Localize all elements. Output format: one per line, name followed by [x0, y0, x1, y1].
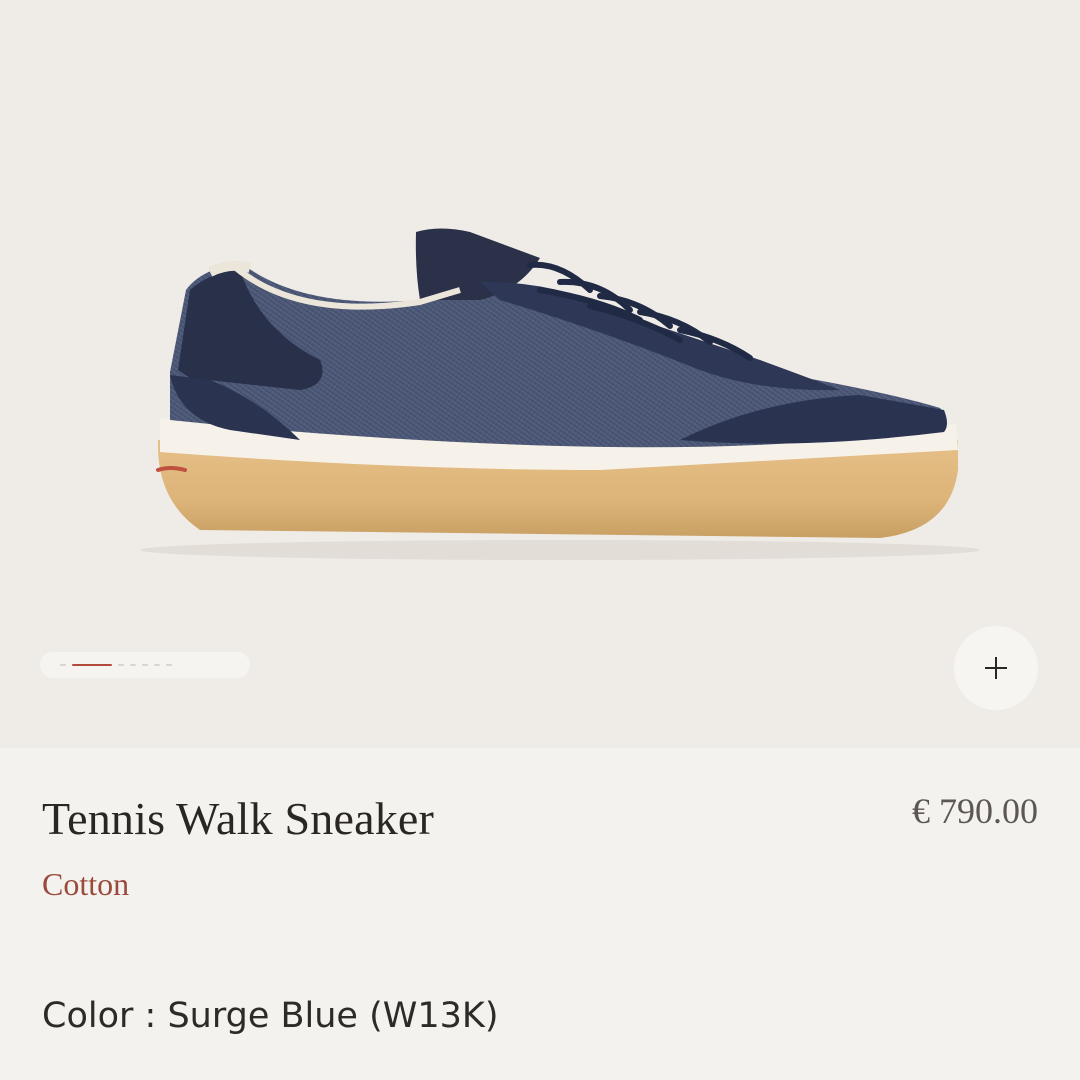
product-image[interactable] [0, 0, 1080, 748]
gallery-pagination[interactable] [40, 652, 250, 678]
color-value: Surge Blue (W13K) [167, 996, 499, 1036]
product-page: Tennis Walk Sneaker € 790.00 Cotton Colo… [0, 0, 1080, 1080]
product-price: € 790.00 [912, 791, 1038, 831]
color-selection: Color : Surge Blue (W13K) [42, 996, 498, 1036]
product-gallery[interactable] [0, 0, 1080, 748]
pager-dot[interactable] [154, 664, 160, 666]
product-material: Cotton [42, 866, 130, 902]
plus-icon [985, 657, 1007, 679]
pager-dot-active[interactable] [72, 664, 112, 666]
zoom-button[interactable] [954, 626, 1038, 710]
color-label: Color [42, 996, 134, 1036]
pager-dot[interactable] [142, 664, 148, 666]
pager-dot[interactable] [130, 664, 136, 666]
pager-dot[interactable] [60, 664, 66, 666]
pager-dot[interactable] [118, 664, 124, 666]
pager-dot[interactable] [166, 664, 172, 666]
color-separator: : [133, 996, 168, 1036]
product-title: Tennis Walk Sneaker [42, 793, 435, 844]
